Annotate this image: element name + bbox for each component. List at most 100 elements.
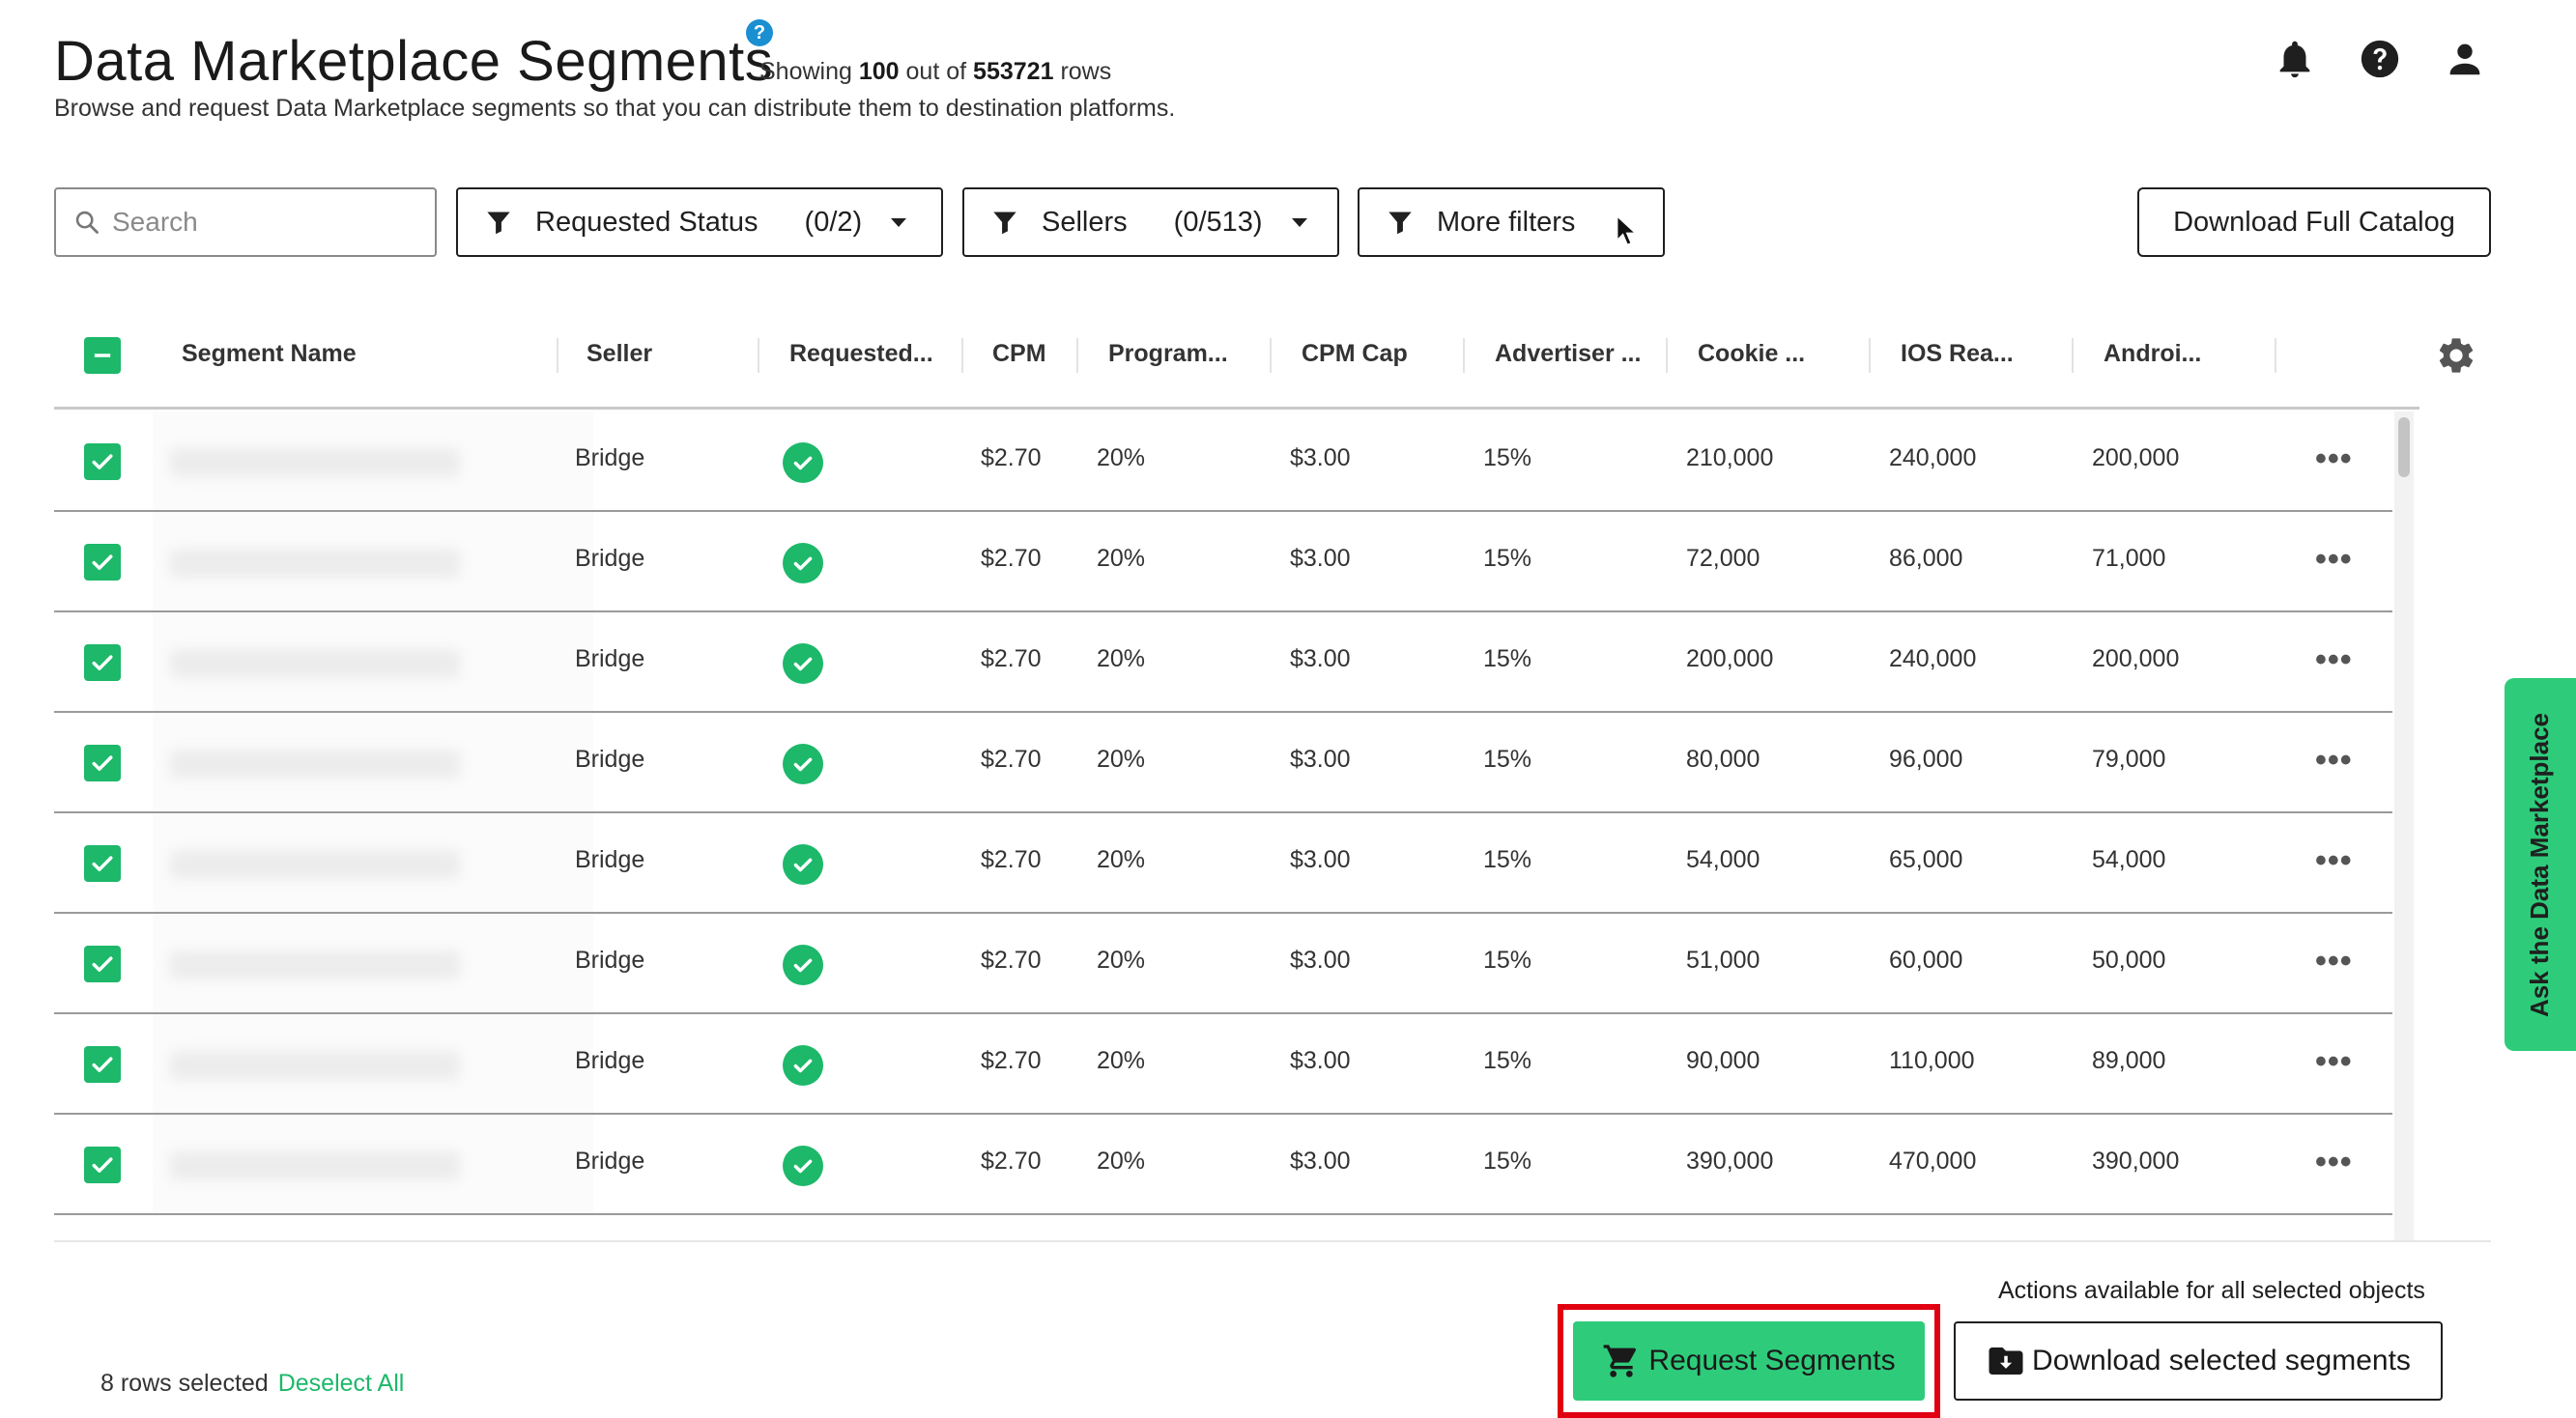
row-checkbox[interactable] (84, 946, 121, 982)
select-all-checkbox[interactable] (84, 337, 121, 374)
gear-icon[interactable] (2435, 334, 2477, 377)
row-count-summary: Showing 100 out of 553721 rows (759, 58, 1111, 86)
page-title: Data Marketplace Segments (54, 30, 774, 93)
row-more-menu-icon[interactable]: ••• (2315, 1043, 2353, 1081)
row-more-menu-icon[interactable]: ••• (2315, 641, 2353, 679)
column-divider[interactable] (758, 338, 759, 373)
sellers-filter[interactable]: Sellers (0/513) (962, 187, 1339, 257)
table-row[interactable]: Bridge $2.70 20% $3.00 15% 210,000 240,000 200,… (54, 411, 2392, 512)
requested-check-icon (783, 543, 823, 583)
column-header-android-reach[interactable]: Androi... (2104, 340, 2201, 368)
column-header-cpm[interactable]: CPM (992, 340, 1046, 368)
scrollbar-thumb[interactable] (2398, 417, 2410, 477)
table-row[interactable]: Bridge $2.70 20% $3.00 15% 51,000 60,000 50,000… (54, 914, 2392, 1014)
table-scrollbar[interactable] (2394, 411, 2414, 1242)
row-more-menu-icon[interactable]: ••• (2315, 742, 2353, 780)
column-divider[interactable] (961, 338, 963, 373)
checkmark-icon (92, 755, 113, 771)
cell-cpm-cap: $3.00 (1290, 545, 1351, 572)
checkmark-icon (92, 454, 113, 469)
column-header-ios-reach[interactable]: IOS Rea... (1901, 340, 2014, 368)
info-icon[interactable]: ? (746, 19, 773, 46)
search-field[interactable] (54, 187, 437, 257)
cell-seller: Bridge (575, 846, 645, 873)
row-checkbox[interactable] (84, 443, 121, 480)
search-input[interactable] (112, 207, 402, 238)
table-row[interactable]: Bridge $2.70 20% $3.00 15% 90,000 110,000 89,00… (54, 1014, 2392, 1115)
ask-data-marketplace-tab[interactable]: Ask the Data Marketplace (2504, 678, 2576, 1051)
row-checkbox[interactable] (84, 644, 121, 681)
chevron-down-icon (1291, 217, 1307, 227)
column-divider[interactable] (2275, 338, 2276, 373)
row-more-menu-icon[interactable]: ••• (2315, 842, 2353, 880)
checkmark-icon (793, 556, 813, 571)
deselect-all-link[interactable]: Deselect All (278, 1370, 405, 1397)
chevron-down-icon (891, 217, 907, 227)
cell-advertiser: 15% (1483, 444, 1532, 471)
cell-seller: Bridge (575, 947, 645, 974)
column-divider[interactable] (1463, 338, 1465, 373)
column-header-requested[interactable]: Requested... (789, 340, 933, 368)
column-divider[interactable] (1666, 338, 1668, 373)
table-row[interactable]: Bridge $2.70 20% $3.00 15% 200,000 240,000 200,… (54, 612, 2392, 713)
showing-count: 100 (858, 58, 900, 85)
cell-cpm-cap: $3.00 (1290, 444, 1351, 471)
cell-cpm: $2.70 (981, 444, 1042, 471)
cell-program: 20% (1097, 645, 1146, 672)
checkmark-icon (92, 554, 113, 570)
cell-program: 20% (1097, 444, 1146, 471)
download-selected-button[interactable]: Download selected segments (1954, 1321, 2443, 1401)
column-header-cookie[interactable]: Cookie ... (1698, 340, 1805, 368)
download-full-catalog-button[interactable]: Download Full Catalog (2137, 187, 2491, 257)
cell-cpm: $2.70 (981, 1047, 1042, 1074)
row-more-menu-icon[interactable]: ••• (2315, 943, 2353, 980)
column-divider[interactable] (557, 338, 558, 373)
requested-check-icon (783, 442, 823, 483)
redacted-segment-name (170, 750, 460, 779)
help-icon[interactable] (2358, 37, 2402, 81)
column-divider[interactable] (2072, 338, 2074, 373)
table-header-divider (54, 407, 2419, 410)
redacted-segment-name (170, 950, 460, 979)
cell-cpm-cap: $3.00 (1290, 645, 1351, 672)
column-header-cpm-cap[interactable]: CPM Cap (1302, 340, 1408, 368)
cell-cookie: 72,000 (1686, 545, 1760, 572)
more-filters-label: More filters (1437, 206, 1576, 238)
actions-label: Actions available for all selected objec… (1998, 1277, 2425, 1304)
row-checkbox[interactable] (84, 745, 121, 781)
cell-program: 20% (1097, 545, 1146, 572)
cell-seller: Bridge (575, 444, 645, 471)
column-divider[interactable] (1076, 338, 1078, 373)
checkmark-icon (793, 657, 813, 671)
row-checkbox[interactable] (84, 544, 121, 581)
table-row[interactable]: Bridge $2.70 20% $3.00 15% 72,000 86,000 71,000… (54, 512, 2392, 612)
row-more-menu-icon[interactable]: ••• (2315, 440, 2353, 478)
table-row[interactable]: Bridge $2.70 20% $3.00 15% 54,000 65,000 54,000… (54, 813, 2392, 914)
bell-icon[interactable] (2273, 37, 2317, 81)
requested-status-filter[interactable]: Requested Status (0/2) (456, 187, 943, 257)
cell-cookie: 51,000 (1686, 947, 1760, 974)
column-header-seller[interactable]: Seller (587, 340, 652, 368)
row-checkbox[interactable] (84, 1147, 121, 1183)
table-footer-divider (54, 1240, 2491, 1242)
cell-advertiser: 15% (1483, 746, 1532, 773)
user-icon[interactable] (2443, 37, 2487, 81)
request-segments-button[interactable]: Request Segments (1573, 1321, 1925, 1401)
table-row[interactable]: Bridge $2.70 20% $3.00 15% 390,000 470,000 390,… (54, 1115, 2392, 1215)
cell-cpm: $2.70 (981, 746, 1042, 773)
column-divider[interactable] (1869, 338, 1871, 373)
checkmark-icon (793, 1059, 813, 1073)
column-header-advertiser[interactable]: Advertiser ... (1495, 340, 1641, 368)
column-header-segment-name[interactable]: Segment Name (182, 340, 357, 368)
checkmark-icon (793, 456, 813, 470)
requested-status-label: Requested Status (535, 206, 758, 238)
cell-program: 20% (1097, 947, 1146, 974)
row-more-menu-icon[interactable]: ••• (2315, 1144, 2353, 1181)
column-header-program[interactable]: Program... (1108, 340, 1228, 368)
row-more-menu-icon[interactable]: ••• (2315, 541, 2353, 579)
row-checkbox[interactable] (84, 1046, 121, 1083)
row-checkbox[interactable] (84, 845, 121, 882)
table-row[interactable]: Bridge $2.70 20% $3.00 15% 80,000 96,000 79,000… (54, 713, 2392, 813)
column-divider[interactable] (1270, 338, 1272, 373)
cell-ios-reach: 470,000 (1889, 1148, 1977, 1175)
